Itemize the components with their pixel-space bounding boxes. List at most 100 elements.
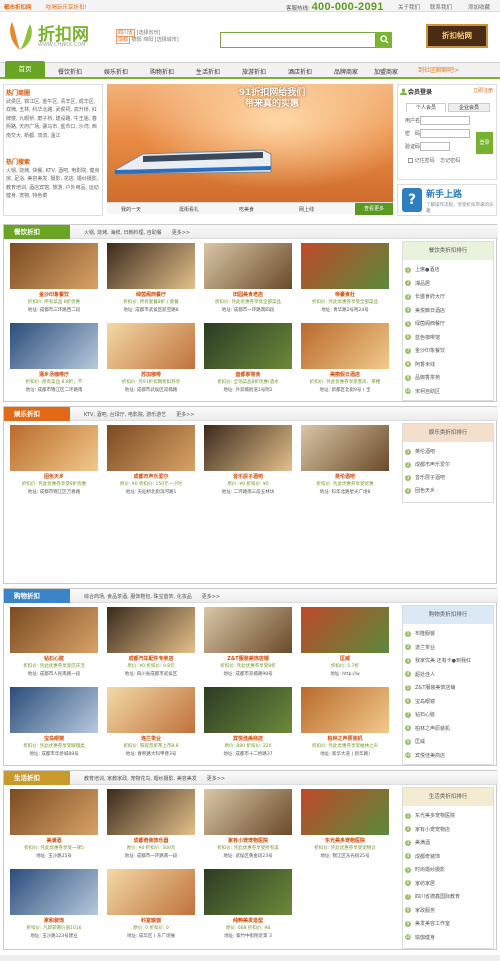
banner-tab-3[interactable]: 吃美食 [239, 206, 254, 213]
deal-card[interactable]: 东光美多宠物医院 折扣价: 凭此优惠券享受宠物诊 地址: 锦江区东光街25号 [299, 789, 391, 869]
search-button[interactable] [376, 32, 392, 48]
username-field[interactable] [420, 116, 470, 125]
ranking-item[interactable]: 2 成都市声乐爱尔 [405, 461, 493, 468]
deal-card[interactable]: 逸兰茶业 折扣价: 铁观音新茶上市8.8 地址: 春熙路大科甲巷3号 [105, 687, 197, 767]
ranking-item[interactable]: 5 Z&T服装美饰店铺 [405, 684, 493, 691]
ranking-item[interactable]: 5 绿茵阁西餐厅 [405, 320, 493, 327]
deal-image[interactable] [10, 425, 98, 471]
deal-title[interactable]: 美满酒 [8, 837, 100, 844]
ranking-item[interactable]: 8 柏林之声原装机 [405, 725, 493, 732]
deal-image[interactable] [204, 243, 292, 289]
deal-title[interactable]: 柏林之声原装机 [299, 735, 391, 742]
deal-card[interactable]: 宝岛眼镜 折扣价: 凭此优惠券享受眼镜类 地址: 成都市华侨城88号 [8, 687, 100, 767]
deal-image[interactable] [301, 323, 389, 369]
deal-image[interactable] [10, 243, 98, 289]
about-link[interactable]: 关于我们 [398, 3, 420, 11]
deal-card[interactable]: 绿茵阁西餐厅 折扣价: 所有套餐8折 ( 套餐 地址: 成都市武侯区航空路8 [105, 243, 197, 323]
section-shop-tag[interactable]: 购物折扣 [4, 589, 70, 603]
ranking-item[interactable]: 10 瑜伽健身 [405, 934, 493, 941]
ranking-item[interactable]: 4 美悦廊日酒店 [405, 307, 493, 314]
hot-search-list[interactable]: 火锅, 烧烤, 快餐, KTV, 酒吧, 电影院, 健身房, 足浴, 美容美发,… [6, 167, 100, 201]
deal-title[interactable]: 逸兰茶业 [105, 735, 197, 742]
deal-card[interactable]: 盘都家常食 折扣价: 全场菜品8折优惠(酒水 地址: 外双楠街道1号附2 [202, 323, 294, 403]
nav-fun[interactable]: 娱乐折扣 [104, 67, 128, 76]
deal-image[interactable] [107, 687, 195, 733]
banner-tab-2[interactable]: 逛街看礼 [179, 206, 199, 213]
deal-title[interactable]: 家有小宠宠物医院 [202, 837, 294, 844]
deal-image[interactable] [107, 607, 195, 653]
section-food-tag[interactable]: 餐饮折扣 [4, 225, 70, 239]
deal-title[interactable]: 盘都家常食 [202, 371, 294, 378]
deal-card[interactable]: 成都汽车配件专卖店 原价: ¥0 折扣价: 9.8元 地址: 四川省成都市武侯区 [105, 607, 197, 687]
nav-food[interactable]: 餐饮折扣 [58, 67, 82, 76]
deal-image[interactable] [10, 687, 98, 733]
deal-card[interactable]: 帝豪食社 折扣价: 凭此优惠券享受全部菜品 地址: 青华路2号附24号 [299, 243, 391, 323]
nav-home[interactable]: 首页 [5, 61, 45, 78]
deal-title[interactable]: 美丽假日酒店 [299, 371, 391, 378]
tab-company[interactable]: 企业会员 [448, 103, 490, 112]
remember-checkbox[interactable] [408, 158, 413, 163]
logo[interactable]: 折扣网 WWW.CHWLK.COM [6, 20, 116, 56]
ranking-item[interactable]: 9 品御香茶苑 [405, 374, 493, 381]
nav-hotel[interactable]: 酒店折扣 [288, 67, 312, 76]
nav-join[interactable]: 加盟商家 [374, 67, 398, 76]
deal-card[interactable]: 美满酒 折扣价: 凭此优惠券享受一律5 地址: 玉沙路25号 [8, 789, 100, 869]
login-button[interactable]: 登录 [476, 132, 493, 154]
remember-label[interactable]: 记住密码 [415, 158, 435, 164]
deal-image[interactable] [107, 323, 195, 369]
deal-card[interactable]: 英伦酒吧 折扣价: 凭此优惠券享受优惠 地址: 科华北路星光广场8 [299, 425, 391, 505]
newbie-guide[interactable]: ? 新手上路 了解操作流程，享受折扣带来的乐趣 [397, 184, 497, 216]
ranking-item[interactable]: 3 长盛食府大厅 [405, 293, 493, 300]
site-brand[interactable]: 都市折扣网 [4, 3, 32, 11]
deal-title[interactable]: 绿茵阁西餐厅 [105, 291, 197, 298]
deal-title[interactable]: 音乐层子酒吧 [202, 473, 294, 480]
section-shop-keywords[interactable]: 综合商场, 食品茶酒, 服饰鞋包, 珠宝首饰, 化妆品 更多>> [84, 593, 220, 600]
city-select[interactable]: [选择城市] [155, 37, 179, 43]
contact-link[interactable]: 联系我们 [430, 3, 452, 11]
ranking-item[interactable]: 7 钻石心脏 [405, 711, 493, 718]
deal-card[interactable]: Z&T服装美饰店铺 折扣价: 凭此优惠券享受8折 地址: 成都市双楠路98号 [202, 607, 294, 687]
deal-title[interactable]: 英伦酒吧 [299, 473, 391, 480]
ranking-item[interactable]: 3 音乐层子酒吧 [405, 474, 493, 481]
deal-title[interactable]: 纯粹美发造型 [202, 917, 294, 924]
bookmark-link[interactable]: 添加收藏 [468, 3, 490, 11]
deal-card[interactable]: 蒲乡汤咖啡厅 折扣价: 所有菜品 8.8折，不 地址: 成都市锦江区二环路南 [8, 323, 100, 403]
deal-card[interactable]: 固色天乡 折扣价: 凭此优惠券享受8折优惠 地址: 成都市锦江区万春路 [8, 425, 100, 505]
deal-title[interactable]: 东光美多宠物医院 [299, 837, 391, 844]
ranking-item[interactable]: 1 上席●酒店 [405, 266, 493, 273]
city-deyang[interactable]: 德阳 [132, 37, 142, 43]
city-mianyang[interactable]: 绵阳 [143, 37, 153, 43]
deal-image[interactable] [10, 607, 98, 653]
deal-image[interactable] [107, 243, 195, 289]
deal-title[interactable]: 科室瑜伽 [105, 917, 197, 924]
section-life-keywords[interactable]: 教育培训, 家教家政, 宠物花鸟, 婚纱摄影, 美容美发 更多>> [84, 775, 225, 782]
banner-tab-1[interactable]: 我的一天 [121, 206, 141, 213]
ranking-item[interactable]: 1 布隆服装 [405, 630, 493, 637]
deal-image[interactable] [204, 425, 292, 471]
ranking-item[interactable]: 2 家有小宠宠物店 [405, 826, 493, 833]
deal-card[interactable]: 纯粹美发造型 原价: 668 折扣价: 98 地址: 紫竹中街附近第 3 [202, 869, 294, 949]
deal-image[interactable] [107, 869, 195, 915]
ranking-item[interactable]: 4 固色天乡 [405, 487, 493, 494]
deal-title[interactable]: 宝岛眼镜 [8, 735, 100, 742]
hot-area-list[interactable]: 武侯区, 锦江区, 金牛区, 青羊区, 成华区, 双楠, 玉林, 科华北路, 武… [6, 98, 100, 140]
deal-card[interactable]: 柏林之声原装机 折扣价: 凭此优惠券享受柏林之声 地址: 新华大道 ( 新华路) [299, 687, 391, 767]
deal-image[interactable] [10, 869, 98, 915]
ranking-item[interactable]: 7 四川省德鑫国际教育 [405, 893, 493, 900]
deal-image[interactable] [301, 687, 389, 733]
deal-title[interactable]: 田园美食老店 [202, 291, 294, 298]
banner[interactable]: 91折扣网给我们 带来真的实惠 [107, 84, 393, 202]
deal-image[interactable] [204, 789, 292, 835]
deal-image[interactable] [301, 243, 389, 289]
deal-title[interactable]: 钻石心脏 [8, 655, 100, 662]
deal-card[interactable]: 金沙印象餐饮 折扣价: 所有菜品 8折优惠 地址: 成都市三环路西二段 [8, 243, 100, 323]
nav-shop[interactable]: 购物折扣 [150, 67, 174, 76]
ranking-item[interactable]: 2 湘品居 [405, 280, 493, 287]
deal-title[interactable]: 宾悦佳美商店 [202, 735, 294, 742]
community-link[interactable]: 到社区聊聊吧> [418, 65, 459, 74]
ranking-item[interactable]: 4 成都奇装饰 [405, 853, 493, 860]
section-fun-tag[interactable]: 娱乐折扣 [4, 407, 70, 421]
deal-card[interactable]: 科室瑜伽 原价: 0 折扣价: 0 地址: 成华区 ( 东广场展 [105, 869, 197, 949]
deal-image[interactable] [301, 789, 389, 835]
deal-title[interactable]: 蒲乡汤咖啡厅 [8, 371, 100, 378]
